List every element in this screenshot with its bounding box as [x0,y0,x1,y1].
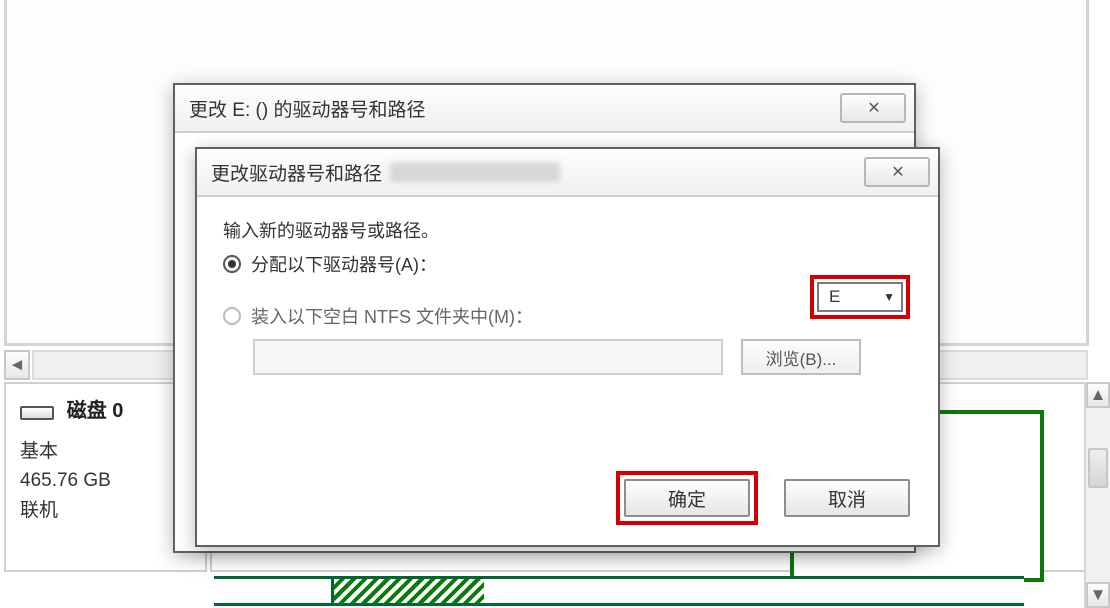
dialog-back-close-button[interactable]: ✕ [840,93,906,123]
drive-letter-select[interactable]: E ▼ [817,282,903,312]
vscrollbar[interactable]: ▲ ▼ [1084,382,1110,608]
disk-icon [20,406,54,420]
hscroll-left-button[interactable]: ◄ [4,350,30,380]
dialog-front-close-button[interactable]: ✕ [864,157,930,187]
ok-button[interactable]: 确定 [624,479,750,517]
dialog-prompt: 输入新的驱动器号或路径。 [223,217,912,243]
disk-size: 465.76 GB [20,466,191,495]
chevron-down-icon: ▼ [883,290,895,304]
browse-button[interactable]: 浏览(B)... [741,339,861,375]
ok-button-highlight: 确定 [616,471,758,525]
cancel-button[interactable]: 取消 [784,479,910,517]
partition-legend-strip [214,576,1024,606]
vscroll-down-button[interactable]: ▼ [1086,582,1110,608]
vscroll-thumb[interactable] [1088,448,1108,488]
mount-path-row: 浏览(B)... [223,339,912,375]
radio-assign-label: 分配以下驱动器号(A)： [251,251,437,277]
drive-letter-value: E [829,287,840,307]
drive-letter-highlight: E ▼ [810,275,910,319]
radio-mount-folder[interactable] [223,307,241,325]
close-icon: ✕ [891,162,902,182]
dialog-front-title: 更改驱动器号和路径 [211,159,382,186]
radio-assign-letter[interactable] [223,255,241,273]
radio-mount-label: 装入以下空白 NTFS 文件夹中(M)： [251,303,533,329]
title-blurred-segment [390,162,560,182]
dialog-front-button-row: 确定 取消 [616,471,910,525]
vscroll-up-button[interactable]: ▲ [1086,382,1110,408]
disk-title: 磁盘 0 [67,400,124,422]
dialog-back-title: 更改 E: () 的驱动器号和路径 [189,95,425,122]
disk-type: 基本 [20,437,191,466]
close-icon: ✕ [867,98,878,118]
mount-path-input[interactable] [253,339,723,375]
dialog-change-drive-letter: 更改驱动器号和路径 ✕ 输入新的驱动器号或路径。 分配以下驱动器号(A)： E … [195,147,940,547]
dialog-back-titlebar[interactable]: 更改 E: () 的驱动器号和路径 ✕ [175,85,914,133]
dialog-front-titlebar[interactable]: 更改驱动器号和路径 ✕ [197,149,938,197]
dialog-front-content: 输入新的驱动器号或路径。 分配以下驱动器号(A)： E ▼ 装入以下空白 NTF… [197,197,938,545]
radio-mount-row[interactable]: 装入以下空白 NTFS 文件夹中(M)： [223,303,912,329]
disk-status: 联机 [20,496,191,525]
radio-assign-row[interactable]: 分配以下驱动器号(A)： [223,251,912,277]
